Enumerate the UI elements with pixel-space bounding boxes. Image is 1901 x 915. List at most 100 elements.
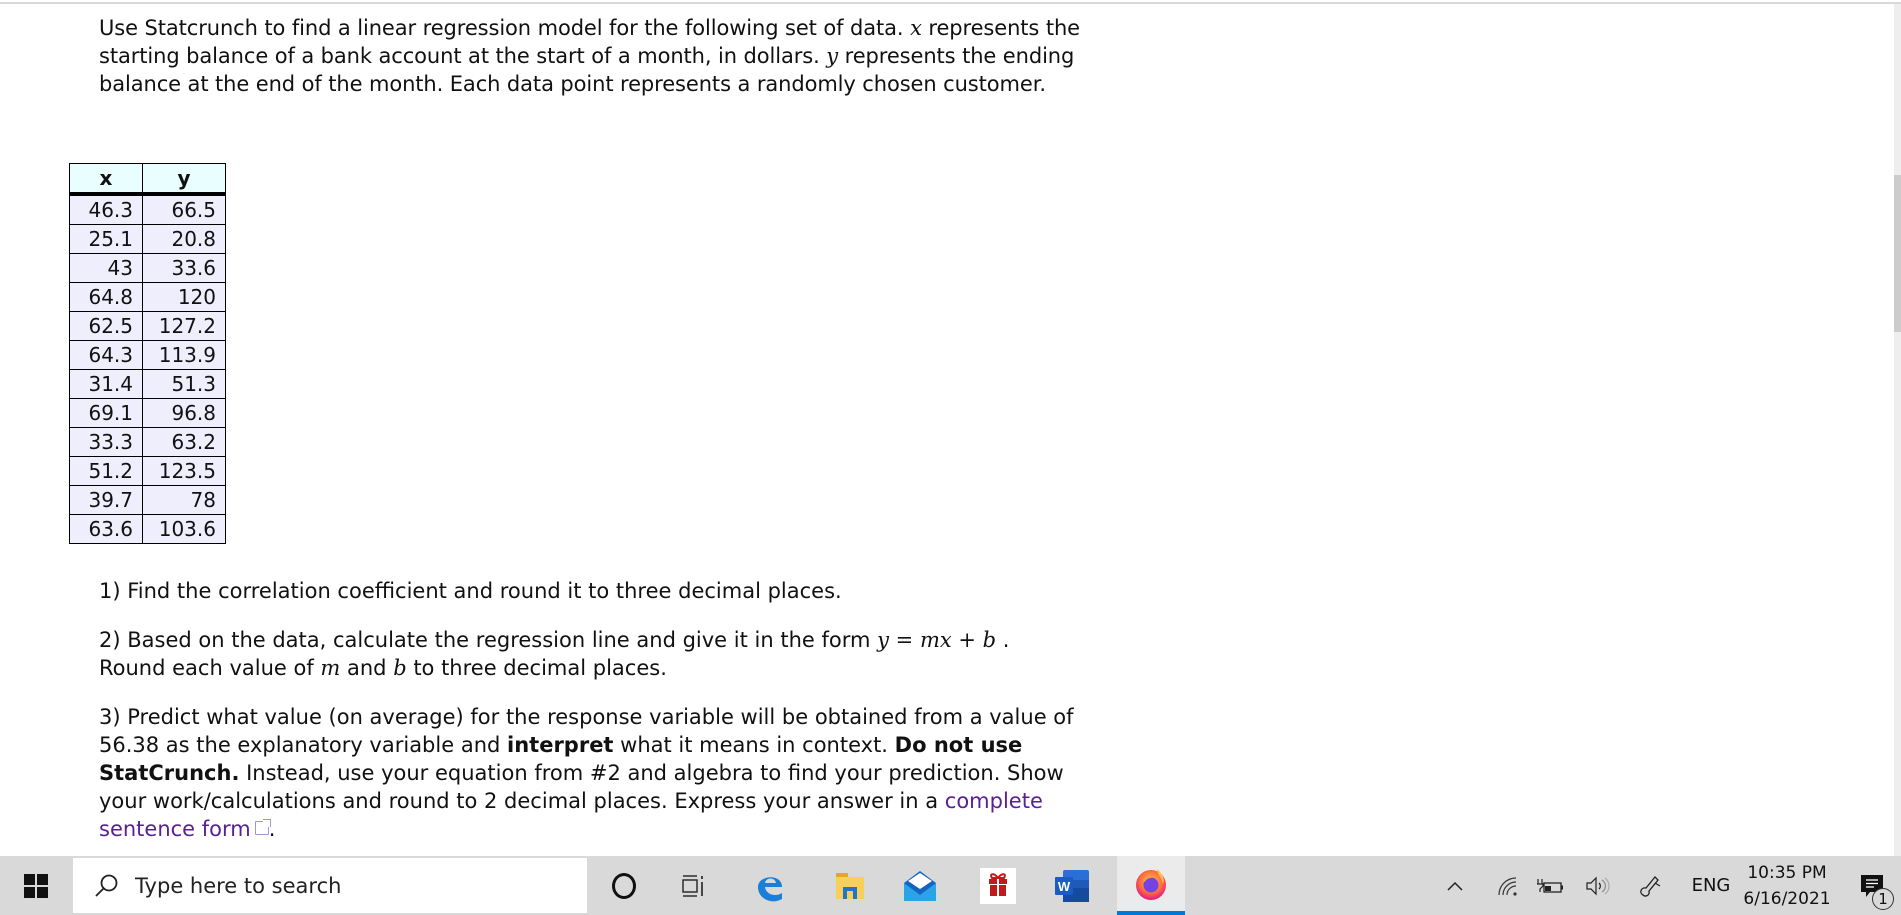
table-row: 64.8 120 (69, 282, 226, 312)
q2-and: and (340, 656, 394, 680)
task-view-button[interactable] (666, 856, 720, 915)
table-row: 64.3 113.9 (69, 340, 226, 370)
cortana-button[interactable] (600, 856, 648, 915)
cell-y: 63.2 (142, 427, 226, 457)
question-3: 3) Predict what value (on average) for t… (99, 703, 1099, 843)
cell-x: 25.1 (69, 224, 143, 254)
cell-x: 62.5 (69, 311, 143, 341)
table-header-row: x y (69, 163, 226, 196)
cell-x: 33.3 (69, 427, 143, 457)
word-icon: W (1055, 869, 1089, 902)
math-y: y (877, 628, 889, 652)
cell-y: 33.6 (142, 253, 226, 283)
cell-x: 43 (69, 253, 143, 283)
cell-x: 39.7 (69, 485, 143, 515)
table-row: 25.1 20.8 (69, 224, 226, 254)
q3-text-2: what it means in context. (613, 733, 895, 757)
q3-text-3: Instead, use your equation from #2 and a… (99, 761, 1064, 813)
svg-text:W: W (1058, 879, 1071, 894)
table-row: 39.7 78 (69, 485, 226, 515)
math-equals: = (889, 628, 920, 652)
battery-charging-icon (1537, 878, 1563, 893)
cell-x: 46.3 (69, 193, 143, 225)
cell-y: 120 (142, 282, 226, 312)
cell-x: 64.3 (69, 340, 143, 370)
word-taskbar-button[interactable]: W (1042, 856, 1102, 915)
edge-taskbar-button[interactable] (740, 856, 800, 915)
input-language[interactable]: ENG (1686, 856, 1736, 915)
math-x: x (910, 16, 922, 40)
cell-x: 63.6 (69, 514, 143, 544)
table-row: 33.3 63.2 (69, 427, 226, 457)
cell-y: 103.6 (142, 514, 226, 544)
table-row: 62.5 127.2 (69, 311, 226, 341)
question-1: 1) Find the correlation coefficient and … (99, 579, 842, 603)
search-icon (95, 874, 118, 897)
pen-icon (1640, 875, 1661, 897)
clock-time: 10:35 PM (1747, 862, 1827, 883)
q2-text-3: to three decimal places. (406, 656, 667, 680)
cell-y: 123.5 (142, 456, 226, 486)
cell-y: 51.3 (142, 369, 226, 399)
math-y: y (826, 44, 839, 68)
search-input[interactable] (133, 872, 537, 899)
clock[interactable]: 10:35 PM 6/16/2021 (1742, 856, 1832, 915)
mail-taskbar-button[interactable] (890, 856, 950, 915)
math-m: m (320, 656, 341, 680)
table-row: 31.4 51.3 (69, 369, 226, 399)
mail-icon (904, 870, 936, 901)
file-explorer-taskbar-button[interactable] (820, 856, 880, 915)
battery-button[interactable] (1530, 856, 1570, 915)
cell-x: 31.4 (69, 369, 143, 399)
notification-badge: 1 (1872, 888, 1894, 910)
cell-y: 66.5 (142, 193, 226, 225)
start-button[interactable] (0, 856, 72, 915)
math-plus: + (951, 628, 983, 652)
task-view-icon (682, 874, 703, 897)
cell-y: 113.9 (142, 340, 226, 370)
table-row: 69.1 96.8 (69, 398, 226, 428)
windows-logo-icon (24, 873, 48, 898)
intro-paragraph: Use Statcrunch to find a linear regressi… (99, 14, 1094, 98)
cell-y: 127.2 (142, 311, 226, 341)
table-row: 43 33.6 (69, 253, 226, 283)
external-link-icon[interactable] (254, 819, 271, 835)
scrollbar-thumb[interactable] (1894, 175, 1901, 332)
action-center-button[interactable]: 1 (1850, 856, 1894, 915)
table-row: 46.3 66.5 (69, 193, 226, 225)
math-mx: mx (919, 628, 952, 652)
gift-icon (980, 867, 1016, 904)
vertical-scrollbar[interactable] (1894, 4, 1901, 856)
edge-icon (758, 876, 782, 901)
cortana-icon (612, 872, 636, 899)
windows-ink-button[interactable] (1632, 856, 1668, 915)
top-divider (0, 2, 1901, 4)
wifi-icon (1498, 876, 1517, 896)
show-hidden-icons-button[interactable] (1440, 856, 1470, 915)
clock-date: 6/16/2021 (1743, 888, 1831, 909)
windows-taskbar: W (0, 856, 1901, 915)
math-b: b (393, 656, 407, 680)
column-header-y: y (142, 163, 226, 196)
network-button[interactable] (1490, 856, 1526, 915)
cell-x: 51.2 (69, 456, 143, 486)
q3-bold-interpret: interpret (507, 733, 614, 757)
taskbar-search[interactable] (73, 858, 587, 913)
question-2: 2) Based on the data, calculate the regr… (99, 626, 1099, 682)
math-b: b (982, 628, 997, 652)
cell-y: 78 (142, 485, 226, 515)
q2-text-1: 2) Based on the data, calculate the regr… (99, 628, 878, 652)
column-header-x: x (69, 163, 143, 196)
intro-text-1: Use Statcrunch to find a linear regressi… (99, 16, 911, 40)
data-table: x y 46.3 66.5 25.1 20.8 43 33.6 64.8 120 62.5 127… (69, 163, 226, 544)
chevron-up-icon (1447, 881, 1463, 891)
firefox-taskbar-button[interactable] (1117, 856, 1185, 915)
speaker-icon (1586, 876, 1610, 895)
gift-taskbar-button[interactable] (968, 856, 1028, 915)
folder-icon (836, 872, 864, 899)
q2-text-2: Round each value of (99, 656, 321, 680)
problem-intro: Use Statcrunch to find a linear regressi… (99, 14, 1099, 98)
cell-y: 96.8 (142, 398, 226, 428)
questions: 1) Find the correlation coefficient and … (99, 577, 1099, 864)
volume-button[interactable] (1580, 856, 1616, 915)
